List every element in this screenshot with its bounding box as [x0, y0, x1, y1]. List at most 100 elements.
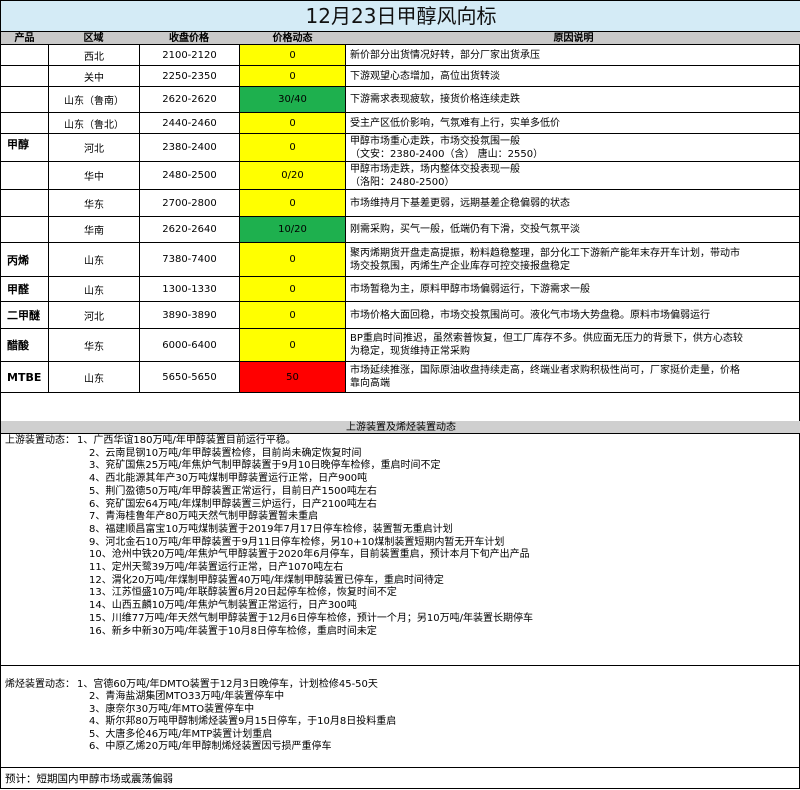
table-row: 河北 3890-3890 0 市场价格大面回稳，市场交投氛围尚可。液化气市场大势盘稳。…	[1, 302, 800, 329]
olefin-item: 2、青海盐湖集团MTO33万吨/年装置停车中	[89, 691, 285, 703]
table-row: 山东（鲁南） 2620-2620 30/40 下游需求表现疲软，接货价格连续走跌	[1, 87, 800, 113]
table-row: 华东 2700-2800 0 市场维持月下基差更弱，远期基差企稳偏弱的状态	[1, 190, 800, 217]
reason-cell: 市场价格大面回稳，市场交投氛围尚可。液化气市场大势盘稳。原料市场偏弱运行	[346, 302, 800, 328]
trend-cell: 0/20	[239, 162, 346, 189]
upstream-item: 7、青海桂鲁年产80万吨天然气制甲醇装置暂未重启	[89, 511, 319, 523]
product-label: 甲醇	[1, 45, 48, 243]
product-label: 二甲醚	[1, 302, 48, 329]
table-row: 山东（鲁北） 2440-2460 0 受主产区低价影响，气氛难有上行，实单多低价	[1, 113, 800, 134]
price-cell: 2700-2800	[139, 190, 239, 216]
table-row: 西北 2100-2120 0 新价部分出货情况好转，部分厂家出货承压	[1, 45, 800, 66]
table-row: 华中 2480-2500 0/20 甲醇市场走跌，场内整体交投表现一般 （洛阳：2480…	[1, 162, 800, 190]
reason-cell: 市场维持月下基差更弱，远期基差企稳偏弱的状态	[346, 190, 800, 216]
region-cell: 山东	[48, 362, 139, 392]
upstream-item: 4、西北能源其年产30万吨煤制甲醇装置运行正常，日产900吨	[89, 473, 368, 485]
upstream-section: 上游装置动态： 1、广西华谊180万吨/年甲醇装置目前运行平稳。 2、云南昆钢10…	[1, 434, 800, 666]
reason-cell: 甲醇市场重心走跌，市场交投氛围一般 （文安：2380-2400（含） 唐山：255…	[346, 134, 800, 161]
reason-line: 市场延续推涨，国际原油收盘持续走高，终端业者求购积极性尚可，厂家挺价走量，价格	[350, 365, 740, 376]
report-title: 12月23日甲醇风向标	[1, 1, 800, 32]
reason-line: （文安：2380-2400（含） 唐山：2550）	[350, 148, 544, 160]
trend-cell: 50	[239, 362, 346, 392]
header-reason: 原因说明	[553, 33, 594, 44]
table-row: 山东 7380-7400 0 聚丙烯期货开盘走高提振，粉料趋稳整理，部分化工下游新产能…	[1, 243, 800, 277]
olefin-item: 3、康奈尔30万吨/年MTO装置停车中	[89, 703, 255, 715]
reason-line: 下游需求表现疲软，接货价格连续走跌	[350, 94, 520, 105]
upstream-label: 上游装置动态：	[5, 435, 75, 446]
price-cell: 2440-2460	[139, 113, 239, 133]
region-cell: 河北	[48, 134, 139, 161]
olefin-item: 1、宫德60万吨/年DMTO装置于12月3日晚停车，计划检修45-50天	[77, 679, 378, 690]
upstream-item: 5、荆门盈德50万吨/年甲醇装置正常运行，目前日产1500吨左右	[89, 485, 377, 497]
reason-line: （洛阳：2480-2500）	[350, 176, 455, 188]
reason-line: 市场价格大面回稳，市场交投氛围尚可。液化气市场大势盘稳。原料市场偏弱运行	[350, 309, 710, 321]
region-cell: 华南	[48, 217, 139, 242]
trend-cell: 0	[239, 277, 346, 301]
upstream-item: 3、兖矿国焦25万吨/年焦炉气制甲醇装置于9月10日晚停车检修，重启时间不定	[89, 460, 441, 472]
price-cell: 2380-2400	[139, 134, 239, 161]
trend-cell: 0	[239, 243, 346, 276]
upstream-item: 6、兖矿国宏64万吨/年煤制甲醇装置三炉运行，日产2100吨左右	[89, 498, 377, 510]
price-cell: 2620-2640	[139, 217, 239, 242]
reason-line: 受主产区低价影响，气氛难有上行，实单多低价	[350, 117, 560, 129]
price-cell: 1300-1330	[139, 277, 239, 301]
reason-line: 靠向高端	[350, 378, 390, 389]
table-row: 山东 5650-5650 50 市场延续推涨，国际原油收盘持续走高，终端业者求购积极性…	[1, 362, 800, 393]
trend-cell: 10/20	[239, 217, 346, 242]
olefin-item: 6、中原乙烯20万吨/年甲醇制烯烃装置因亏损严重停车	[89, 741, 332, 752]
header-price: 收盘价格	[169, 33, 209, 44]
trend-cell: 0	[239, 66, 346, 86]
reason-line: 市场暂稳为主，原料甲醇市场偏弱运行，下游需求一般	[350, 283, 590, 295]
section-bar: 上游装置及烯烃装置动态	[1, 421, 800, 434]
upstream-item: 15、川维77万吨/年天然气制甲醇装置于12月6日停车检修，预计一个月；另10万…	[89, 612, 533, 624]
upstream-item: 10、沧州中铁20万吨/年焦炉气甲醇装置于2020年6月停车，目前装置重启，预计…	[89, 549, 530, 561]
reason-cell: 刚需采购，买气一般，低端仍有下滑，交投气氛平淡	[346, 217, 800, 242]
upstream-item: 1、广西华谊180万吨/年甲醇装置目前运行平稳。	[77, 435, 296, 446]
region-cell: 关中	[48, 66, 139, 86]
table-row: 河北 2380-2400 0 甲醇市场重心走跌，市场交投氛围一般 （文安：2380-24…	[1, 134, 800, 162]
reason-line: 甲醇市场走跌，场内整体交投表现一般	[350, 163, 520, 175]
price-cell: 5650-5650	[139, 362, 239, 392]
trend-cell: 0	[239, 134, 346, 161]
upstream-item: 11、定州天鹭39万吨/年装置运行正常，日产1070吨左右	[89, 562, 344, 573]
reason-line: BP重启时间推迟，虽然索普恢复，但工厂库存不多。供应面无压力的背景下，供方心态较	[350, 333, 743, 344]
price-cell: 2100-2120	[139, 45, 239, 65]
reason-line: 市场维持月下基差更弱，远期基差企稳偏弱的状态	[350, 197, 570, 209]
region-cell: 山东（鲁北）	[48, 113, 139, 133]
reason-cell: 受主产区低价影响，气氛难有上行，实单多低价	[346, 113, 800, 133]
upstream-item: 8、福建顺昌富宝10万吨煤制装置于2019年7月17日停车检修，装置暂无重启计划	[89, 523, 453, 535]
reason-cell: 甲醇市场走跌，场内整体交投表现一般 （洛阳：2480-2500）	[346, 162, 800, 189]
reason-cell: 市场暂稳为主，原料甲醇市场偏弱运行，下游需求一般	[346, 277, 800, 301]
trend-cell: 0	[239, 45, 346, 65]
upstream-item: 14、山西五麟10万吨/年焦炉气制装置正常运行，日产300吨	[89, 600, 357, 612]
price-cell: 3890-3890	[139, 302, 239, 328]
reason-line: 刚需采购，买气一般，低端仍有下滑，交投气氛平淡	[350, 224, 580, 235]
price-cell: 6000-6400	[139, 329, 239, 361]
table-row: 华东 6000-6400 0 BP重启时间推迟，虽然索普恢复，但工厂库存不多。供应面无…	[1, 329, 800, 362]
reason-line: 新价部分出货情况好转，部分厂家出货承压	[350, 49, 540, 61]
forecast-text: 预计：短期国内甲醇市场或震荡偏弱	[5, 773, 173, 785]
upstream-item: 12、渭化20万吨/年煤制甲醇装置40万吨/年煤制甲醇装置已停车，重启时间待定	[89, 574, 444, 586]
olefin-item: 5、大唐多伦46万吨/年MTP装置计划重启	[89, 728, 273, 740]
olefin-section: 烯烃装置动态： 1、宫德60万吨/年DMTO装置于12月3日晚停车，计划检修45…	[1, 678, 800, 768]
trend-cell: 0	[239, 329, 346, 361]
table-header: 产品 区域 收盘价格 价格动态 原因说明	[1, 32, 800, 45]
product-label: MTBE	[1, 362, 48, 393]
table-row: 华南 2620-2640 10/20 刚需采购，买气一般，低端仍有下滑，交投气氛平淡	[1, 217, 800, 243]
region-cell: 华东	[48, 190, 139, 216]
reason-line: 聚丙烯期货开盘走高提振，粉料趋稳整理，部分化工下游新产能年末存开车计划，带动市	[350, 247, 740, 259]
upstream-item: 2、云南昆钢10万吨/年甲醇装置检修，目前尚未确定恢复时间	[89, 447, 362, 459]
reason-cell: 下游需求表现疲软，接货价格连续走跌	[346, 87, 800, 112]
header-product: 产品	[14, 33, 35, 44]
region-cell: 山东	[48, 277, 139, 301]
header-trend: 价格动态	[272, 33, 313, 44]
region-cell: 河北	[48, 302, 139, 328]
region-cell: 华中	[48, 162, 139, 189]
reason-cell: 市场延续推涨，国际原油收盘持续走高，终端业者求购积极性尚可，厂家挺价走量，价格靠…	[346, 362, 800, 392]
reason-line: 甲醇市场重心走跌，市场交投氛围一般	[350, 135, 520, 147]
price-cell: 2250-2350	[139, 66, 239, 86]
reason-line: 下游观望心态增加，高位出货转淡	[350, 70, 500, 82]
upstream-item: 16、新乡中新30万吨/年装置于10月8日停车检修，重启时间未定	[89, 625, 377, 637]
product-label: 丙烯	[1, 243, 48, 277]
reason-line: 为稳定，现货维持正常采购	[350, 346, 470, 357]
reason-cell: 新价部分出货情况好转，部分厂家出货承压	[346, 45, 800, 65]
